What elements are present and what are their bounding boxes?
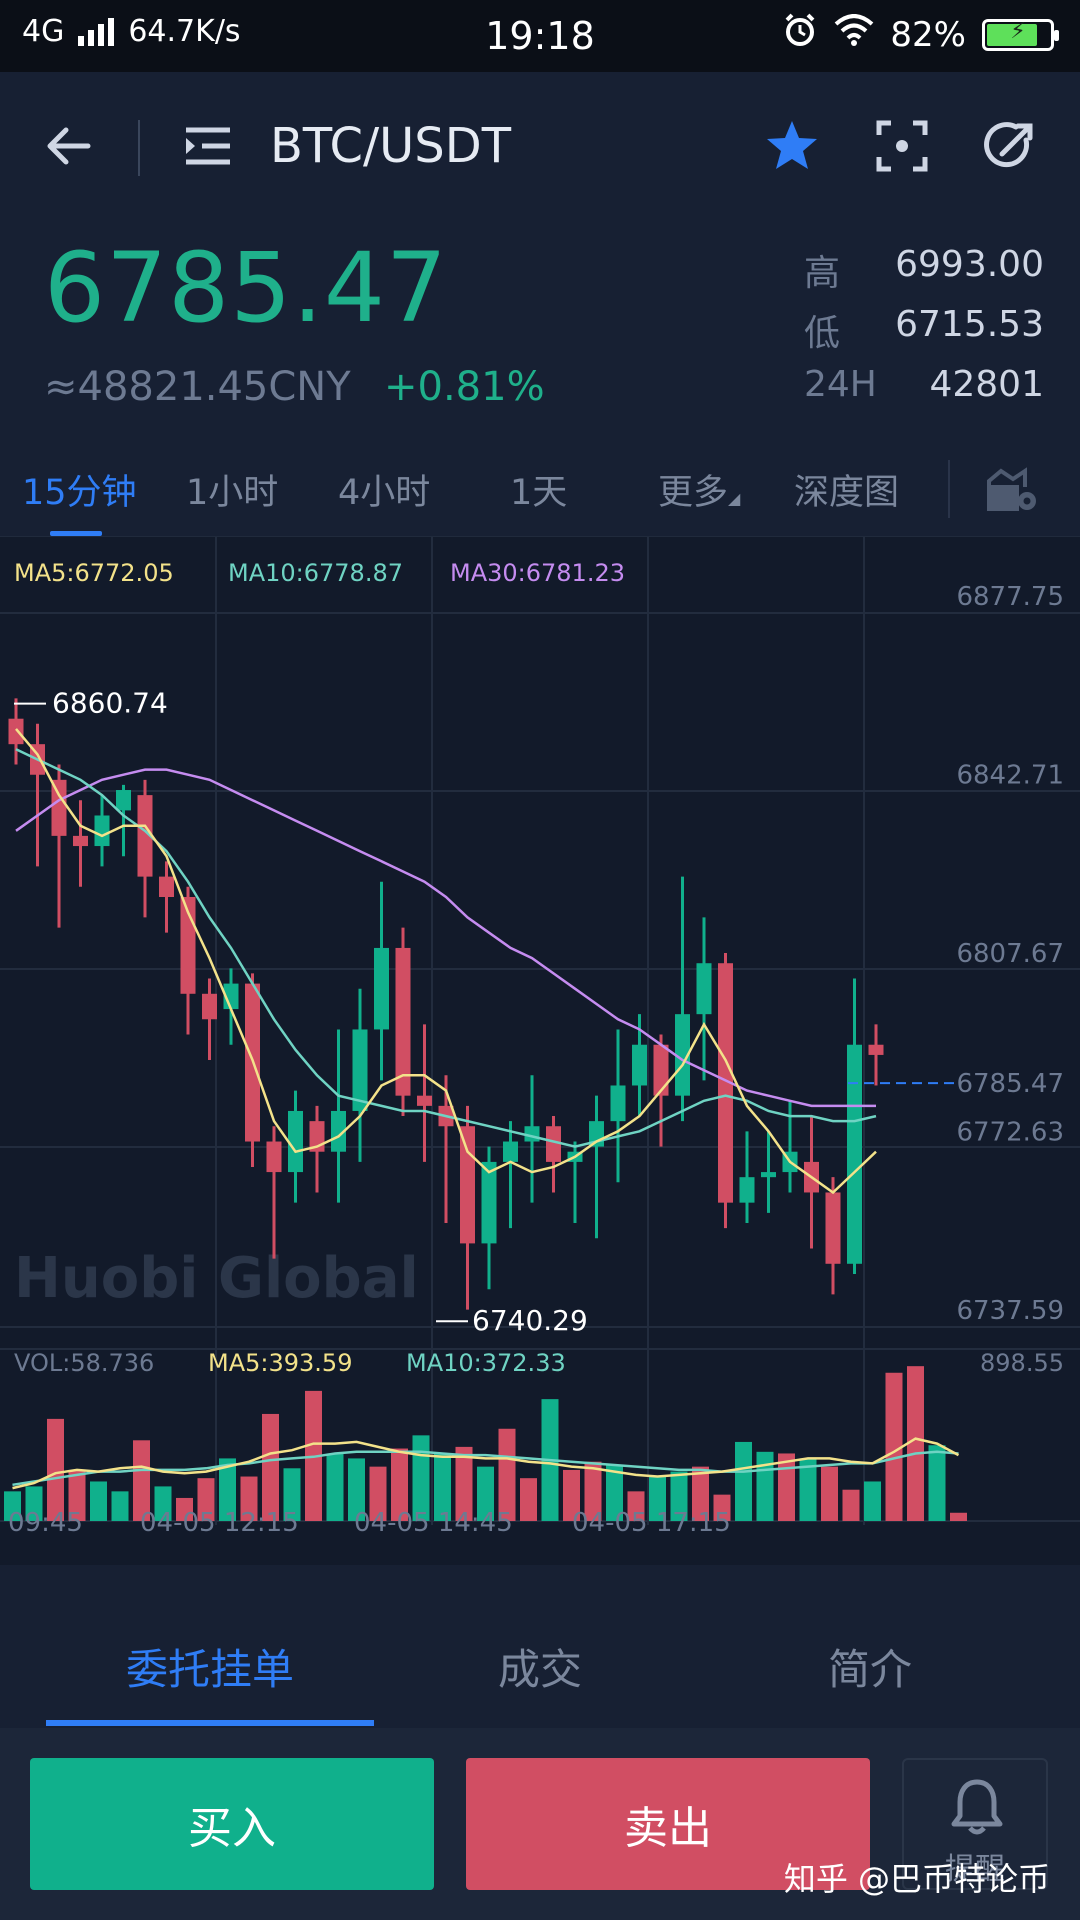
ma5-indicator: MA5:6772.05	[14, 559, 174, 587]
x-label: 09:45	[8, 1508, 83, 1538]
x-label: 04-05 17:15	[572, 1508, 731, 1538]
wifi-icon	[834, 14, 874, 55]
share-icon[interactable]	[978, 114, 1042, 178]
candle-body	[632, 1044, 647, 1086]
buy-button[interactable]: 买入	[30, 1758, 434, 1890]
candle-body	[847, 1044, 862, 1264]
volume-bar	[326, 1453, 344, 1521]
high-marker-label: 6860.74	[52, 687, 168, 720]
candle-body	[696, 963, 712, 1015]
stats-panel: 高 6993.00 低 6715.53 24H 42801	[804, 244, 1044, 424]
scan-icon[interactable]	[870, 114, 934, 178]
current-price-label: 6785.47	[956, 1069, 1064, 1099]
candle-body	[395, 947, 411, 1096]
period-tabs: 15分钟 1小时 4小时 1天 更多◢ 深度图	[0, 450, 1080, 540]
volume-bar	[928, 1445, 946, 1521]
chart-watermark: Huobi Global	[14, 1246, 419, 1311]
x-label: 04-05 12:15	[140, 1508, 299, 1538]
candle-body	[610, 1085, 626, 1122]
candle-body	[739, 1177, 755, 1203]
tab-divider	[948, 460, 950, 518]
volume-bar	[864, 1481, 881, 1521]
volume-bar	[842, 1489, 860, 1521]
low-marker-label: 6740.29	[472, 1304, 588, 1337]
volume-bar	[821, 1466, 838, 1521]
y-tick-label: 6737.59	[956, 1296, 1064, 1326]
tab-trades[interactable]: 成交	[498, 1636, 582, 1697]
vol-ma5-indicator: MA5:393.59	[208, 1349, 352, 1377]
tab-depth[interactable]: 深度图	[794, 464, 899, 515]
vol-ma10-indicator: MA10:372.33	[406, 1349, 566, 1377]
vol-indicator: VOL:58.736	[14, 1349, 154, 1377]
candle-body	[481, 1161, 497, 1244]
candle-body	[546, 1126, 561, 1162]
candle-body	[159, 876, 174, 898]
candle-body	[417, 1095, 432, 1106]
candle-body	[94, 815, 110, 847]
battery-percent: 82%	[890, 14, 966, 55]
nav-header: BTC/USDT	[0, 72, 1080, 222]
ma10-indicator: MA10:6778.87	[228, 559, 403, 587]
stat-high: 高 6993.00	[804, 244, 1044, 294]
tab-intro[interactable]: 简介	[828, 1636, 912, 1697]
stat-low: 低 6715.53	[804, 304, 1044, 354]
y-tick-label: 6807.67	[956, 939, 1064, 969]
candle-body	[825, 1192, 841, 1264]
y-tick-label: 6772.63	[956, 1118, 1064, 1148]
volume-bar	[111, 1491, 129, 1521]
tab-4hour[interactable]: 4小时	[338, 464, 430, 515]
candle-body	[761, 1172, 776, 1178]
candle-body	[374, 947, 389, 1030]
battery-icon: ⚡	[982, 18, 1059, 51]
star-icon[interactable]	[760, 114, 824, 178]
y-tick-label: 6842.71	[956, 761, 1064, 791]
corner-triangle-icon: ◢	[728, 489, 741, 508]
candle-body	[288, 1110, 303, 1173]
candle-body	[116, 790, 131, 811]
tab-more[interactable]: 更多◢	[658, 464, 740, 515]
tab-1hour[interactable]: 1小时	[186, 464, 278, 515]
price-change: +0.81%	[384, 364, 545, 410]
candle-body	[266, 1141, 282, 1173]
candle-body	[202, 993, 217, 1020]
candle-body	[8, 718, 24, 745]
x-label: 04-05 14:45	[354, 1508, 513, 1538]
back-arrow-icon[interactable]	[36, 114, 100, 178]
volume-bar	[90, 1481, 107, 1521]
tab-1day[interactable]: 1天	[510, 464, 567, 515]
volume-bar	[950, 1512, 967, 1521]
candle-body	[653, 1044, 669, 1096]
tab-15min[interactable]: 15分钟	[22, 464, 137, 515]
order-tabs: 委托挂单 成交 简介	[0, 1598, 1080, 1728]
list-menu-icon[interactable]	[176, 114, 240, 178]
tab-more-label: 更多	[658, 473, 729, 513]
cny-price: ≈48821.45CNY	[44, 364, 351, 410]
candle-body	[868, 1044, 884, 1055]
chart-settings-icon[interactable]	[982, 460, 1042, 520]
ma30-indicator: MA30:6781.23	[450, 559, 625, 587]
kline-chart[interactable]: MA5:6772.05 MA10:6778.87 MA30:6781.23 Hu…	[0, 536, 1080, 1565]
status-bar: 4G 64.7K/s 19:18 82% ⚡	[0, 0, 1080, 72]
volume-bar	[756, 1451, 774, 1521]
candle-body	[73, 835, 88, 847]
vol-max-label: 898.55	[980, 1349, 1064, 1377]
pair-title[interactable]: BTC/USDT	[270, 118, 511, 174]
kline-chart-svg: MA5:6772.05 MA10:6778.87 MA30:6781.23 Hu…	[0, 537, 1080, 1538]
source-watermark: 知乎 @巴币特论币	[783, 1860, 1050, 1898]
volume-bar	[262, 1413, 279, 1521]
last-price: 6785.47	[44, 232, 448, 344]
y-tick-label: 6877.75	[956, 582, 1064, 612]
candle-body	[51, 779, 67, 836]
stat-24h-volume: 24H 42801	[804, 364, 1044, 405]
candle-body	[503, 1141, 518, 1162]
bell-icon	[951, 1779, 1003, 1835]
volume-bar	[47, 1418, 64, 1521]
tab-active-indicator	[46, 1720, 374, 1726]
candle-body	[460, 1126, 475, 1244]
alarm-icon	[782, 12, 818, 57]
volume-bar	[735, 1441, 752, 1521]
header-divider	[138, 120, 140, 176]
volume-bar	[520, 1478, 537, 1521]
tab-open-orders[interactable]: 委托挂单	[126, 1636, 294, 1697]
